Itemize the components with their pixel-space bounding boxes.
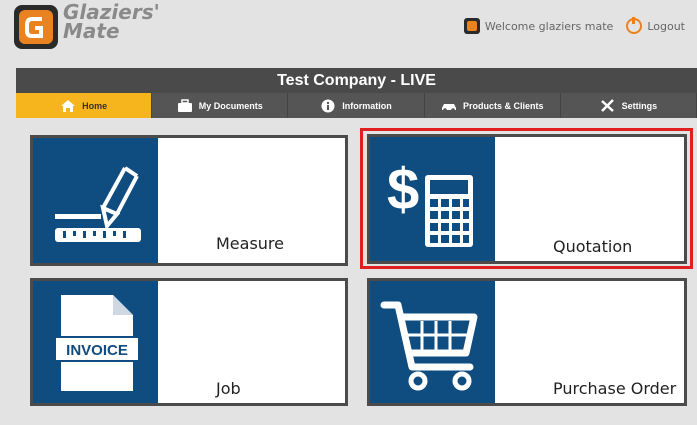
app-header: Glaziers' Mate Welcome glaziers mate Log… [0, 0, 697, 68]
tile-measure[interactable]: Measure [30, 135, 348, 266]
app-logo-text: Glaziers' Mate [63, 2, 160, 43]
power-icon[interactable] [626, 17, 643, 34]
nav-item-home[interactable]: Home [16, 93, 153, 118]
user-area: Welcome glaziers mate Logout [463, 17, 685, 34]
briefcase-icon [177, 98, 192, 112]
info-icon [321, 99, 335, 112]
app-logo-icon [14, 5, 58, 49]
nav-item-label: Settings [621, 100, 658, 111]
welcome-text: Welcome glaziers mate [484, 19, 614, 33]
nav-item-label: My Documents [198, 100, 263, 111]
invoice-document-icon: INVOICE [33, 281, 158, 403]
tile-job[interactable]: INVOICE Job [30, 278, 348, 406]
nav-item-my-documents[interactable]: My Documents [152, 93, 289, 118]
nav-item-information[interactable]: Information [288, 93, 425, 118]
tile-purchase-order[interactable]: Purchase Order [367, 278, 687, 406]
nav-item-products-clients[interactable]: Products & Clients [425, 93, 561, 118]
user-logo-icon [463, 18, 480, 34]
pencil-ruler-icon [33, 138, 158, 263]
nav-item-settings[interactable]: Settings [561, 93, 697, 118]
home-icon [61, 99, 76, 112]
shopping-cart-icon [370, 281, 495, 403]
nav-item-label: Information [342, 100, 392, 111]
tools-icon [600, 98, 614, 112]
nav-item-label: Products & Clients [462, 100, 544, 111]
company-title-bar: Test Company - LIVE [16, 68, 697, 93]
tile-label: Job [216, 379, 241, 398]
logo-line-2: Mate [63, 19, 120, 43]
nav-item-label: Home [82, 100, 108, 111]
logout-link[interactable]: Logout [647, 20, 685, 33]
car-icon [441, 103, 456, 112]
selection-highlight [360, 128, 693, 269]
invoice-icon-text: INVOICE [66, 342, 128, 359]
tile-label: Measure [216, 234, 284, 253]
tile-label: Purchase Order [553, 379, 677, 398]
main-nav: Home My Documents Information Products &… [16, 93, 697, 118]
